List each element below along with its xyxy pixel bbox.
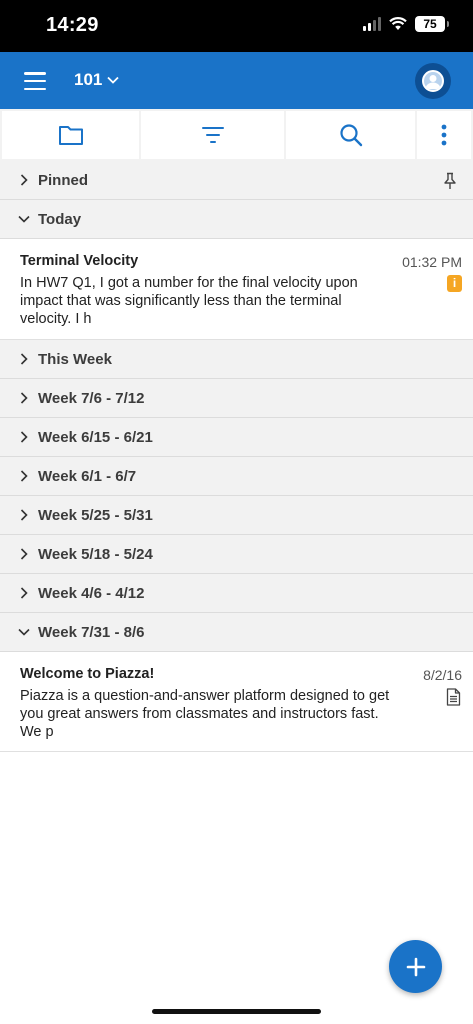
- chevron-right-icon: [18, 353, 30, 365]
- section-label: Today: [38, 210, 82, 228]
- chevron-right-icon: [18, 392, 30, 404]
- battery-indicator: 75: [415, 16, 449, 32]
- status-indicators: 75: [363, 16, 449, 32]
- post-feed: Pinned Today Terminal Velocity In HW7 Q1…: [0, 161, 473, 752]
- folders-button[interactable]: [2, 111, 139, 159]
- post-item[interactable]: Terminal Velocity In HW7 Q1, I got a num…: [0, 239, 473, 340]
- section-today[interactable]: Today: [0, 200, 473, 239]
- section-label: Week 5/18 - 5/24: [38, 545, 153, 563]
- post-date: 8/2/16: [423, 667, 462, 683]
- pin-icon: [444, 172, 456, 189]
- post-snippet: Piazza is a question-and-answer platform…: [20, 688, 390, 740]
- more-options-button[interactable]: [417, 111, 471, 159]
- more-vert-icon: [441, 124, 447, 146]
- avatar[interactable]: [415, 63, 451, 99]
- home-indicator[interactable]: [152, 1009, 321, 1014]
- section-label: Week 6/1 - 6/7: [38, 467, 137, 485]
- section-week-5-18[interactable]: Week 5/18 - 5/24: [0, 535, 473, 574]
- menu-icon[interactable]: [24, 72, 46, 90]
- section-label: This Week: [38, 350, 112, 368]
- status-bar: 14:29 75: [0, 0, 473, 52]
- section-pinned[interactable]: Pinned: [0, 161, 473, 200]
- section-week-7-31[interactable]: Week 7/31 - 8/6: [0, 613, 473, 652]
- chevron-right-icon: [18, 174, 30, 186]
- wifi-icon: [389, 17, 407, 30]
- filter-button[interactable]: [141, 111, 284, 159]
- post-snippet: In HW7 Q1, I got a number for the final …: [20, 275, 358, 327]
- app-bar: 101: [0, 52, 473, 109]
- section-label: Week 7/31 - 8/6: [38, 623, 145, 641]
- chevron-down-icon: [18, 213, 30, 225]
- folder-icon: [58, 126, 83, 145]
- course-name: 101: [74, 70, 103, 89]
- post-item[interactable]: Welcome to Piazza! Piazza is a question-…: [0, 652, 473, 752]
- toolbar: [0, 109, 473, 161]
- course-selector[interactable]: 101: [74, 70, 120, 90]
- section-label: Week 6/15 - 6/21: [38, 428, 153, 446]
- search-button[interactable]: [286, 111, 415, 159]
- section-label: Week 7/6 - 7/12: [38, 389, 145, 407]
- plus-icon: [406, 957, 425, 976]
- section-label: Week 4/6 - 4/12: [38, 584, 145, 602]
- section-this-week[interactable]: This Week: [0, 340, 473, 379]
- section-label: Pinned: [38, 171, 89, 189]
- note-icon: [446, 688, 461, 706]
- chevron-right-icon: [18, 587, 30, 599]
- chevron-right-icon: [18, 470, 30, 482]
- section-week-7-6[interactable]: Week 7/6 - 7/12: [0, 379, 473, 418]
- section-label: Week 5/25 - 5/31: [38, 506, 153, 524]
- post-title: Terminal Velocity: [20, 253, 139, 269]
- user-icon: [422, 70, 444, 92]
- chevron-right-icon: [18, 431, 30, 443]
- chevron-right-icon: [18, 509, 30, 521]
- section-week-4-6[interactable]: Week 4/6 - 4/12: [0, 574, 473, 613]
- chevron-down-icon: [18, 626, 30, 638]
- post-title: Welcome to Piazza!: [20, 666, 155, 682]
- new-post-button[interactable]: [389, 940, 442, 993]
- instructor-badge-icon: i: [447, 275, 462, 292]
- chevron-right-icon: [18, 548, 30, 560]
- section-week-5-25[interactable]: Week 5/25 - 5/31: [0, 496, 473, 535]
- section-week-6-15[interactable]: Week 6/15 - 6/21: [0, 418, 473, 457]
- section-week-6-1[interactable]: Week 6/1 - 6/7: [0, 457, 473, 496]
- chevron-down-icon: [107, 76, 120, 84]
- cellular-signal-icon: [363, 17, 381, 31]
- filter-icon: [201, 127, 224, 143]
- search-icon: [339, 124, 362, 147]
- post-date: 01:32 PM: [402, 254, 462, 270]
- status-time: 14:29: [46, 14, 99, 36]
